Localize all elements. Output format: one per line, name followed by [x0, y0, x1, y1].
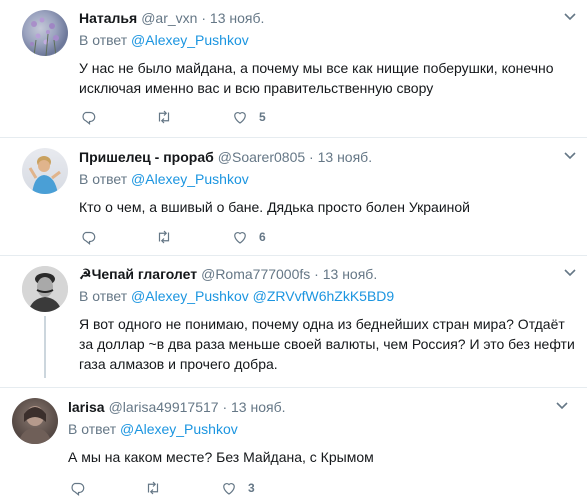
separator: · — [314, 266, 319, 282]
tweet[interactable]: Пришелец - прораб @Soarer0805 · 13 нояб. … — [0, 138, 587, 256]
chevron-down-icon[interactable] — [563, 151, 577, 161]
reply-icon — [82, 231, 96, 245]
tweet-header: larisa @larisa49917517 · 13 нояб. — [68, 397, 575, 417]
timestamp[interactable]: 13 нояб. — [318, 149, 372, 165]
reply-button[interactable] — [79, 108, 97, 126]
separator: · — [309, 149, 314, 165]
mention-link[interactable]: @Alexey_Pushkov — [131, 32, 249, 48]
tweet-actions: 3 — [68, 478, 313, 496]
avatar[interactable] — [22, 266, 68, 312]
tweet-header: ☭Чепай глаголет @Roma777000fs · 13 нояб. — [79, 264, 575, 284]
timestamp[interactable]: 13 нояб. — [210, 10, 264, 26]
tweet-actions: 5 — [79, 107, 324, 127]
person-image — [22, 266, 68, 312]
reply-prefix: В ответ — [68, 421, 117, 437]
reply-button[interactable] — [79, 228, 97, 246]
thread-line — [44, 316, 46, 378]
retweet-icon — [147, 481, 159, 495]
reply-prefix: В ответ — [79, 171, 128, 187]
retweet-icon — [158, 110, 170, 124]
heart-icon — [234, 232, 246, 244]
retweet-button[interactable] — [144, 479, 162, 496]
avatar[interactable] — [22, 10, 68, 56]
user-name[interactable]: Пришелец - прораб — [79, 149, 214, 165]
reply-prefix: В ответ — [79, 288, 128, 304]
mention-link[interactable]: @Alexey_Pushkov — [120, 421, 238, 437]
heart-icon — [223, 483, 235, 495]
tweet[interactable]: Наталья @ar_vxn · 13 нояб. В ответ @Alexe… — [0, 0, 587, 138]
like-button[interactable]: 6 — [231, 228, 266, 246]
tweet-header: Пришелец - прораб @Soarer0805 · 13 нояб. — [79, 147, 575, 167]
retweet-icon — [158, 230, 170, 244]
chevron-down-icon[interactable] — [563, 12, 577, 22]
like-button[interactable]: 3 — [220, 479, 255, 496]
like-count: 3 — [248, 481, 255, 495]
user-name[interactable]: ☭Чепай глаголет — [79, 266, 197, 282]
user-name[interactable]: Наталья — [79, 10, 137, 26]
separator: · — [201, 10, 207, 26]
like-button[interactable]: 5 — [231, 108, 266, 126]
reply-context: В ответ @Alexey_Pushkov — [79, 30, 575, 50]
chevron-down-icon[interactable] — [563, 268, 577, 278]
tweet[interactable]: larisa @larisa49917517 · 13 нояб. В ответ… — [0, 388, 587, 496]
chevron-down-icon[interactable] — [555, 401, 569, 411]
like-count: 5 — [259, 110, 266, 124]
tweet-header: Наталья @ar_vxn · 13 нояб. — [79, 8, 575, 28]
user-handle[interactable]: @Soarer0805 — [218, 149, 305, 165]
user-handle[interactable]: @Roma777000fs — [201, 266, 310, 282]
flowers-image — [30, 17, 59, 56]
avatar[interactable] — [12, 398, 58, 444]
person-image — [28, 156, 61, 194]
mention-link[interactable]: @Alexey_Pushkov — [131, 288, 249, 304]
user-handle[interactable]: @ar_vxn — [141, 10, 197, 26]
reply-context: В ответ @Alexey_Pushkov — [79, 169, 575, 189]
reply-button[interactable] — [68, 479, 86, 496]
tweet-text: Я вот одного не понимаю, почему одна из … — [79, 316, 575, 372]
retweet-button[interactable] — [155, 108, 173, 126]
retweet-button[interactable] — [155, 228, 173, 246]
user-handle[interactable]: @larisa49917517 — [109, 399, 219, 415]
tweet-text: Кто о чем, а вшивый о бане. Дядька прост… — [79, 199, 470, 215]
user-name[interactable]: larisa — [68, 399, 105, 415]
tweet-text: У нас не было майдана, а почему мы все к… — [79, 60, 554, 96]
user-name-text: Чепай глаголет — [91, 266, 198, 282]
reply-icon — [82, 111, 96, 125]
heart-icon — [234, 112, 246, 124]
reply-prefix: В ответ — [79, 32, 128, 48]
tweet-actions: 6 — [79, 227, 324, 247]
timestamp[interactable]: 13 нояб. — [231, 399, 285, 415]
tweet-text: А мы на каком месте? Без Майдана, с Крым… — [68, 449, 374, 465]
avatar[interactable] — [22, 148, 68, 194]
hammer-sickle-icon: ☭ — [79, 266, 92, 282]
reply-icon — [71, 482, 85, 496]
mention-link[interactable]: @ZRVvfW6hZkK5BD9 — [253, 288, 395, 304]
mention-link[interactable]: @Alexey_Pushkov — [131, 171, 249, 187]
timestamp[interactable]: 13 нояб. — [323, 266, 377, 282]
reply-context: В ответ @Alexey_Pushkov — [68, 419, 575, 439]
person-image — [18, 406, 52, 444]
like-count: 6 — [259, 230, 266, 244]
tweet[interactable]: ☭Чепай глаголет @Roma777000fs · 13 нояб. … — [0, 256, 587, 388]
reply-context: В ответ @Alexey_Pushkov @ZRVvfW6hZkK5BD9 — [79, 286, 575, 306]
separator: · — [222, 399, 228, 415]
